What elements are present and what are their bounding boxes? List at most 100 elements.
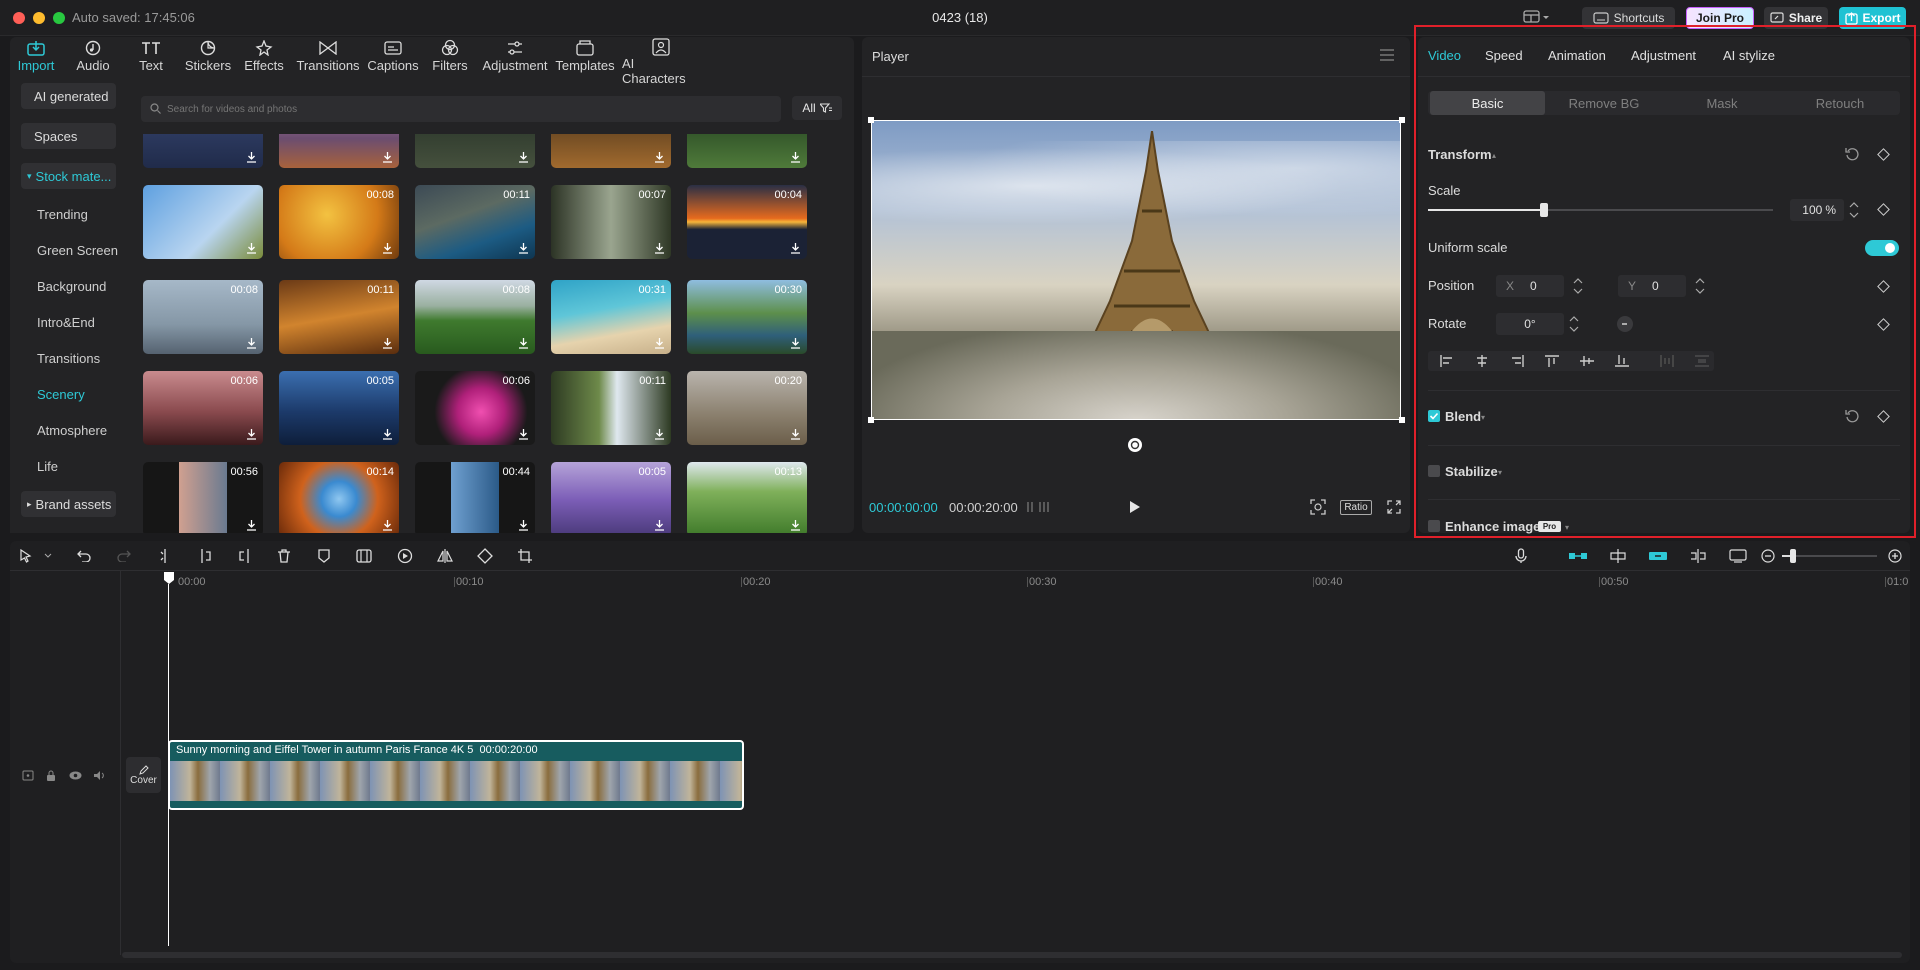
align-right-icon[interactable] (1510, 355, 1524, 367)
preview-axis-icon[interactable] (1688, 546, 1708, 566)
media-thumbnail[interactable]: 00:20 (687, 371, 807, 445)
tab-transitions[interactable]: Transitions (296, 38, 360, 80)
track-thumbnail-icon[interactable] (22, 770, 34, 781)
enhance-checkbox[interactable] (1428, 520, 1440, 532)
tab-animation[interactable]: Animation (1548, 48, 1606, 63)
layout-icon[interactable] (1523, 10, 1549, 24)
volume-icon[interactable] (93, 770, 106, 781)
main-track-magnet-icon[interactable] (1568, 546, 1588, 566)
scale-stepper[interactable] (1848, 199, 1860, 221)
lock-icon[interactable] (46, 770, 56, 781)
tab-adjustment-inspector[interactable]: Adjustment (1631, 48, 1696, 63)
sidebar-item-green-screen[interactable]: Green Screen (37, 243, 118, 258)
rotate-input[interactable]: 0° (1496, 313, 1564, 335)
uniform-scale-toggle[interactable] (1865, 240, 1899, 256)
menu-icon[interactable] (1380, 49, 1394, 61)
rotate-stepper[interactable] (1568, 313, 1580, 335)
media-thumbnail[interactable]: 00:13 (687, 462, 807, 533)
sidebar-item-background[interactable]: Background (37, 279, 106, 294)
subtab-remove-bg[interactable]: Remove BG (1545, 91, 1663, 115)
subtab-basic[interactable]: Basic (1430, 91, 1545, 115)
media-thumbnail[interactable]: 00:11 (415, 185, 535, 259)
maximize-window-button[interactable] (53, 12, 65, 24)
resize-handle[interactable] (868, 117, 874, 123)
timeline-ruler[interactable] (120, 571, 1910, 591)
tab-stickers[interactable]: Stickers (184, 38, 232, 80)
delete-icon[interactable] (274, 546, 294, 566)
resize-handle[interactable] (1399, 117, 1405, 123)
align-left-icon[interactable] (1440, 355, 1454, 367)
media-filter-button[interactable]: All (792, 96, 842, 120)
microphone-icon[interactable] (1511, 546, 1531, 566)
reset-icon[interactable] (1845, 409, 1859, 423)
eye-icon[interactable] (69, 770, 82, 781)
video-preview[interactable] (871, 120, 1401, 420)
transform-heading[interactable]: Transform (1428, 147, 1492, 162)
align-bottom-icon[interactable] (1615, 355, 1629, 367)
media-thumbnail[interactable]: 00:04 (687, 185, 807, 259)
media-thumbnail[interactable] (551, 134, 671, 168)
media-thumbnail[interactable]: 00:07 (551, 185, 671, 259)
media-thumbnail[interactable]: 00:30 (687, 280, 807, 354)
select-tool-icon[interactable] (16, 546, 36, 566)
minimize-window-button[interactable] (33, 12, 45, 24)
reset-icon[interactable] (1845, 147, 1859, 161)
rotate-icon[interactable] (475, 546, 495, 566)
sidebar-item-life[interactable]: Life (37, 459, 58, 474)
cover-button[interactable]: Cover (126, 757, 161, 793)
sidebar-item-trending[interactable]: Trending (37, 207, 88, 222)
scale-slider[interactable] (1428, 203, 1773, 217)
timeline-grid-icon[interactable] (1027, 501, 1049, 513)
split-left-icon[interactable] (195, 546, 215, 566)
tab-captions[interactable]: Captions (367, 38, 419, 80)
media-thumbnail[interactable]: 00:08 (143, 280, 263, 354)
media-thumbnail[interactable]: 00:05 (551, 462, 671, 533)
undo-icon[interactable] (74, 546, 94, 566)
sidebar-item-transitions[interactable]: Transitions (37, 351, 100, 366)
tab-speed[interactable]: Speed (1485, 48, 1523, 63)
reverse-icon[interactable] (395, 546, 415, 566)
media-thumbnail[interactable] (687, 134, 807, 168)
zoom-in-icon[interactable] (1885, 546, 1905, 566)
chevron-down-icon[interactable] (38, 546, 58, 566)
split-icon[interactable] (155, 546, 175, 566)
position-y-stepper[interactable] (1694, 275, 1706, 297)
resize-handle[interactable] (868, 417, 874, 423)
subtab-mask[interactable]: Mask (1663, 91, 1781, 115)
sidebar-item-scenery[interactable]: Scenery (37, 387, 85, 402)
media-thumbnail[interactable]: 00:08 (279, 185, 399, 259)
playhead-handle[interactable] (164, 572, 174, 584)
media-thumbnail[interactable]: 00:11 (279, 280, 399, 354)
tab-templates[interactable]: Templates (555, 38, 615, 80)
sidebar-brand-assets[interactable]: ▸ Brand assets (21, 491, 116, 517)
stabilize-heading[interactable]: Stabilize (1445, 464, 1498, 479)
media-thumbnail[interactable]: 00:31 (551, 280, 671, 354)
timeline-scrollbar[interactable] (122, 952, 1902, 958)
fit-view-icon[interactable] (1310, 499, 1326, 515)
align-center-h-icon[interactable] (1475, 355, 1489, 367)
media-thumbnail[interactable]: 00:06 (143, 371, 263, 445)
screen-icon[interactable] (1728, 546, 1748, 566)
sidebar-spaces[interactable]: Spaces (21, 123, 116, 149)
tab-adjustment[interactable]: Adjustment (482, 38, 548, 80)
sidebar-ai-generated[interactable]: AI generated (21, 83, 116, 109)
rotate-handle-icon[interactable] (1127, 437, 1143, 453)
rotate-dial-icon[interactable] (1616, 315, 1634, 333)
media-thumbnail[interactable]: 00:14 (279, 462, 399, 533)
sidebar-item-atmosphere[interactable]: Atmosphere (37, 423, 107, 438)
search-input[interactable] (167, 100, 767, 118)
stabilize-checkbox[interactable] (1428, 465, 1440, 477)
position-x-stepper[interactable] (1572, 275, 1584, 297)
tab-ai-stylize[interactable]: AI stylize (1723, 48, 1775, 63)
play-icon[interactable] (1129, 500, 1141, 514)
close-window-button[interactable] (13, 12, 25, 24)
enhance-heading[interactable]: Enhance image (1445, 519, 1540, 534)
media-thumbnail[interactable]: 00:08 (415, 280, 535, 354)
sidebar-item-intro-end[interactable]: Intro&End (37, 315, 95, 330)
media-thumbnail[interactable] (415, 134, 535, 168)
mirror-icon[interactable] (435, 546, 455, 566)
scale-slider-thumb[interactable] (1540, 203, 1548, 217)
linkage-icon[interactable] (1648, 546, 1668, 566)
tab-video[interactable]: Video (1428, 48, 1461, 63)
tab-ai-characters[interactable]: AI Characters (622, 38, 700, 86)
